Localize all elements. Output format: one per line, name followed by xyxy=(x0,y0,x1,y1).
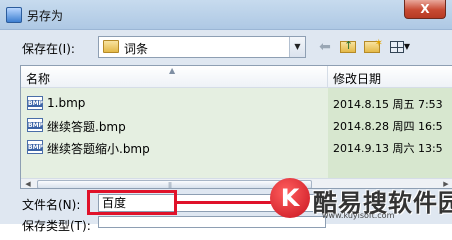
column-header-name[interactable]: 名称 xyxy=(26,70,50,87)
title-bar[interactable]: 另存为 X xyxy=(0,0,452,30)
scroll-left-icon[interactable]: ◀ xyxy=(21,179,35,188)
up-folder-icon[interactable] xyxy=(338,37,358,56)
bmp-file-icon: BMP xyxy=(27,96,43,110)
folder-icon xyxy=(103,40,119,53)
new-folder-icon[interactable] xyxy=(362,35,383,56)
save-in-dropdown[interactable]: 词条 ▼ xyxy=(98,36,306,58)
file-name: 继续答题.bmp xyxy=(47,120,126,134)
view-menu-icon[interactable]: ▼ xyxy=(386,38,414,56)
save-type-label: 保存类型(T): xyxy=(22,219,91,233)
bmp-file-icon: BMP xyxy=(27,140,43,154)
list-item[interactable]: BMP 继续答题缩小.bmp 2014.9.13 周六 13:5 xyxy=(21,137,452,159)
list-header: 名称 ▲ 修改日期 xyxy=(21,66,452,88)
filename-label: 文件名(N): xyxy=(22,198,81,212)
save-dialog-icon xyxy=(6,7,22,23)
watermark-url: www.kuyisoft.com xyxy=(322,211,395,220)
window-title: 另存为 xyxy=(27,9,64,23)
sort-ascending-icon: ▲ xyxy=(169,66,176,75)
file-name: 继续答题缩小.bmp xyxy=(47,142,150,156)
highlight-annotation-box xyxy=(87,190,177,215)
file-name: 1.bmp xyxy=(47,96,86,110)
file-list[interactable]: 名称 ▲ 修改日期 BMP 1.bmp 2014.8.15 周五 7:53 BM… xyxy=(20,65,452,189)
list-item[interactable]: BMP 继续答题.bmp 2014.8.28 周四 16:5 xyxy=(21,115,452,137)
file-date: 2014.8.15 周五 7:53 xyxy=(333,98,443,111)
scrollbar-thumb[interactable]: ||| xyxy=(37,180,312,189)
current-folder-name: 词条 xyxy=(124,42,149,56)
bmp-file-icon: BMP xyxy=(27,118,43,132)
grip-icon: ||| xyxy=(168,182,172,189)
save-in-label: 保存在(I): xyxy=(22,42,75,56)
chevron-down-icon[interactable]: ▼ xyxy=(289,37,305,57)
close-button[interactable]: X xyxy=(404,0,446,19)
file-date: 2014.8.28 周四 16:5 xyxy=(333,120,443,133)
file-date: 2014.9.13 周六 13:5 xyxy=(333,142,443,155)
list-item[interactable]: BMP 1.bmp 2014.8.15 周五 7:53 xyxy=(21,93,452,115)
column-divider[interactable] xyxy=(327,66,328,88)
back-arrow-icon[interactable]: ⬅ xyxy=(316,38,334,56)
column-header-date[interactable]: 修改日期 xyxy=(333,70,381,87)
watermark-logo-icon: K xyxy=(270,178,310,218)
annotation-arrow-line xyxy=(177,201,275,204)
